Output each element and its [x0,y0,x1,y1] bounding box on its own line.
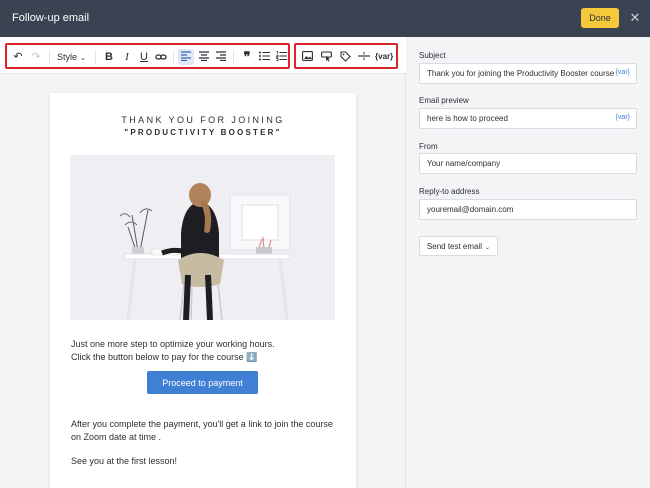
chevron-down-icon: ⌄ [485,244,491,251]
subject-label: Subject [419,51,446,60]
email-body-line2: Click the button below to pay for the co… [71,352,258,362]
redo-icon[interactable]: ↷ [28,49,44,65]
from-label: From [419,142,438,151]
formatting-toolbar: ↶ ↷ Style ⌄ B I U ❞ {var} [0,37,406,74]
style-dropdown[interactable]: Style ⌄ [57,49,86,65]
email-body-intro: Just one more step to optimize your work… [71,338,275,364]
text-formatting-group: ↶ ↷ Style ⌄ B I U ❞ [5,43,290,69]
reply-to-field[interactable]: youremail@domain.com [419,199,637,220]
quote-icon[interactable]: ❞ [239,49,255,65]
close-icon[interactable]: ✕ [628,11,642,25]
tag-icon[interactable] [337,49,353,65]
bullet-list-icon[interactable] [256,49,272,65]
underline-icon[interactable]: U [136,49,152,65]
subject-variable-tag[interactable]: {var} [616,69,630,76]
insert-group: {var} [294,43,398,69]
style-dropdown-label: Style [57,52,78,62]
numbered-list-icon[interactable] [273,49,289,65]
email-signoff: See you at the first lesson! [71,456,178,466]
reply-to-label: Reply-to address [419,187,480,196]
top-bar: Follow-up email Done ✕ [0,0,650,37]
align-left-icon[interactable] [178,49,194,65]
toolbar-divider [173,50,174,64]
send-test-email-label: Send test email [426,241,483,251]
button-block-icon[interactable] [318,49,334,65]
image-icon[interactable] [299,49,315,65]
link-icon[interactable] [153,49,169,65]
email-settings-panel: Subject Thank you for joining the Produc… [407,37,650,488]
email-preview-variable-tag[interactable]: {var} [616,114,630,121]
email-preview-value: here is how to proceed [427,114,508,123]
subject-value: Thank you for joining the Productivity B… [427,69,615,78]
email-preview-field[interactable]: here is how to proceed {var} [419,108,637,129]
italic-icon[interactable]: I [119,49,135,65]
chevron-down-icon: ⌄ [80,55,86,62]
email-heading-line2: "PRODUCTIVITY BOOSTER" [124,128,282,137]
window-title: Follow-up email [12,12,90,24]
reply-to-value: youremail@domain.com [427,205,514,214]
from-value: Your name/company [427,159,501,168]
subject-field[interactable]: Thank you for joining the Productivity B… [419,63,637,84]
from-field[interactable]: Your name/company [419,153,637,174]
hero-image[interactable] [70,155,335,320]
email-body-after-payment: After you complete the payment, you'll g… [71,419,333,442]
toolbar-divider [95,50,96,64]
align-right-icon[interactable] [213,49,229,65]
proceed-to-payment-button[interactable]: Proceed to payment [147,371,258,394]
email-editor: ↶ ↷ Style ⌄ B I U ❞ {var} THANK YOU FOR … [0,37,406,488]
woman-at-desk-illustration [70,155,335,320]
undo-icon[interactable]: ↶ [10,49,26,65]
email-preview-card: THANK YOU FOR JOINING "PRODUCTIVITY BOOS… [50,93,356,488]
toolbar-divider [233,50,234,64]
insert-variable-button[interactable]: {var} [375,49,393,65]
email-preview-label: Email preview [419,96,469,105]
done-button[interactable]: Done [581,8,619,28]
divider-icon[interactable] [356,49,372,65]
email-heading-line1: THANK YOU FOR JOINING [121,115,285,125]
send-test-email-button[interactable]: Send test email ⌄ [419,236,498,256]
align-center-icon[interactable] [196,49,212,65]
bold-icon[interactable]: B [101,49,117,65]
email-body-line1: Just one more step to optimize your work… [71,339,275,349]
toolbar-divider [49,50,50,64]
